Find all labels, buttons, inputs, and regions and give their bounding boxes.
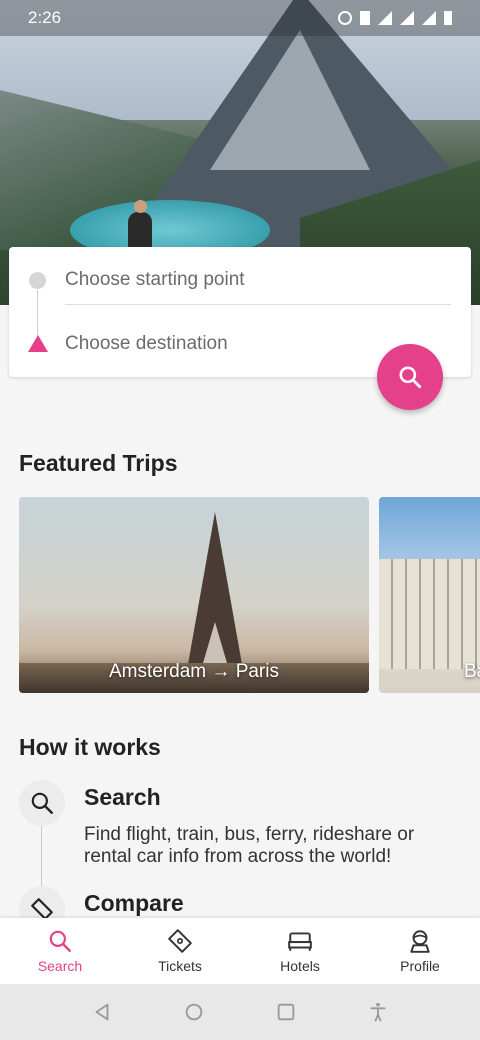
destination-placeholder: Choose destination — [65, 333, 228, 354]
system-navigation-bar — [0, 984, 480, 1040]
status-bar: 2:26 — [0, 0, 480, 36]
battery-icon — [444, 11, 452, 25]
status-icons — [338, 11, 452, 25]
nav-label-search: Search — [37, 958, 83, 974]
nav-item-search[interactable]: Search — [0, 918, 120, 984]
starting-point-field[interactable]: Choose starting point — [65, 255, 451, 305]
steps-connector — [41, 826, 42, 890]
starting-point-placeholder: Choose starting point — [65, 268, 245, 290]
trip-card-second[interactable]: Ba — [379, 497, 480, 693]
featured-trips-title: Featured Trips — [19, 450, 178, 476]
destination-icon — [28, 335, 48, 352]
search-icon — [49, 930, 71, 952]
search-icon — [31, 792, 53, 814]
ticket-icon — [168, 929, 192, 953]
step-compare-title: Compare — [84, 890, 184, 916]
route-connector — [37, 290, 38, 338]
nav-item-hotels[interactable]: Hotels — [240, 918, 360, 984]
step-search-description: Find flight, train, bus, ferry, rideshar… — [84, 824, 415, 867]
start-point-icon — [29, 272, 46, 289]
bed-icon — [288, 932, 312, 951]
nav-label-tickets: Tickets — [158, 958, 202, 974]
bottom-navigation: Search Tickets Hotels Profile — [0, 918, 480, 984]
nav-item-tickets[interactable]: Tickets — [120, 918, 240, 984]
recents-icon[interactable] — [275, 1001, 297, 1023]
search-button[interactable] — [377, 344, 443, 410]
home-icon[interactable] — [183, 1001, 205, 1023]
back-icon[interactable] — [91, 1001, 113, 1023]
nav-item-profile[interactable]: Profile — [360, 918, 480, 984]
trip-label: Ba — [464, 661, 480, 682]
step-search-icon-wrap — [19, 780, 65, 826]
trip-card-amsterdam-paris[interactable]: Amsterdam → Paris — [19, 497, 369, 693]
nav-label-hotels: Hotels — [280, 958, 320, 974]
how-it-works-title: How it works — [19, 734, 161, 760]
step-search-title: Search — [84, 784, 161, 810]
status-time: 2:26 — [28, 8, 62, 27]
trip-label: Amsterdam → Paris — [109, 661, 279, 682]
palace-image — [379, 559, 480, 669]
vibrate-icon — [360, 11, 370, 25]
wifi-icon — [378, 11, 392, 25]
profile-icon — [410, 930, 430, 953]
alarm-icon — [338, 11, 352, 25]
eiffel-tower-image — [187, 512, 243, 670]
accessibility-icon[interactable] — [367, 1001, 389, 1023]
nav-label-profile: Profile — [400, 958, 440, 974]
signal-icon — [400, 11, 414, 25]
search-icon — [399, 366, 422, 389]
signal-icon-2 — [422, 11, 436, 25]
